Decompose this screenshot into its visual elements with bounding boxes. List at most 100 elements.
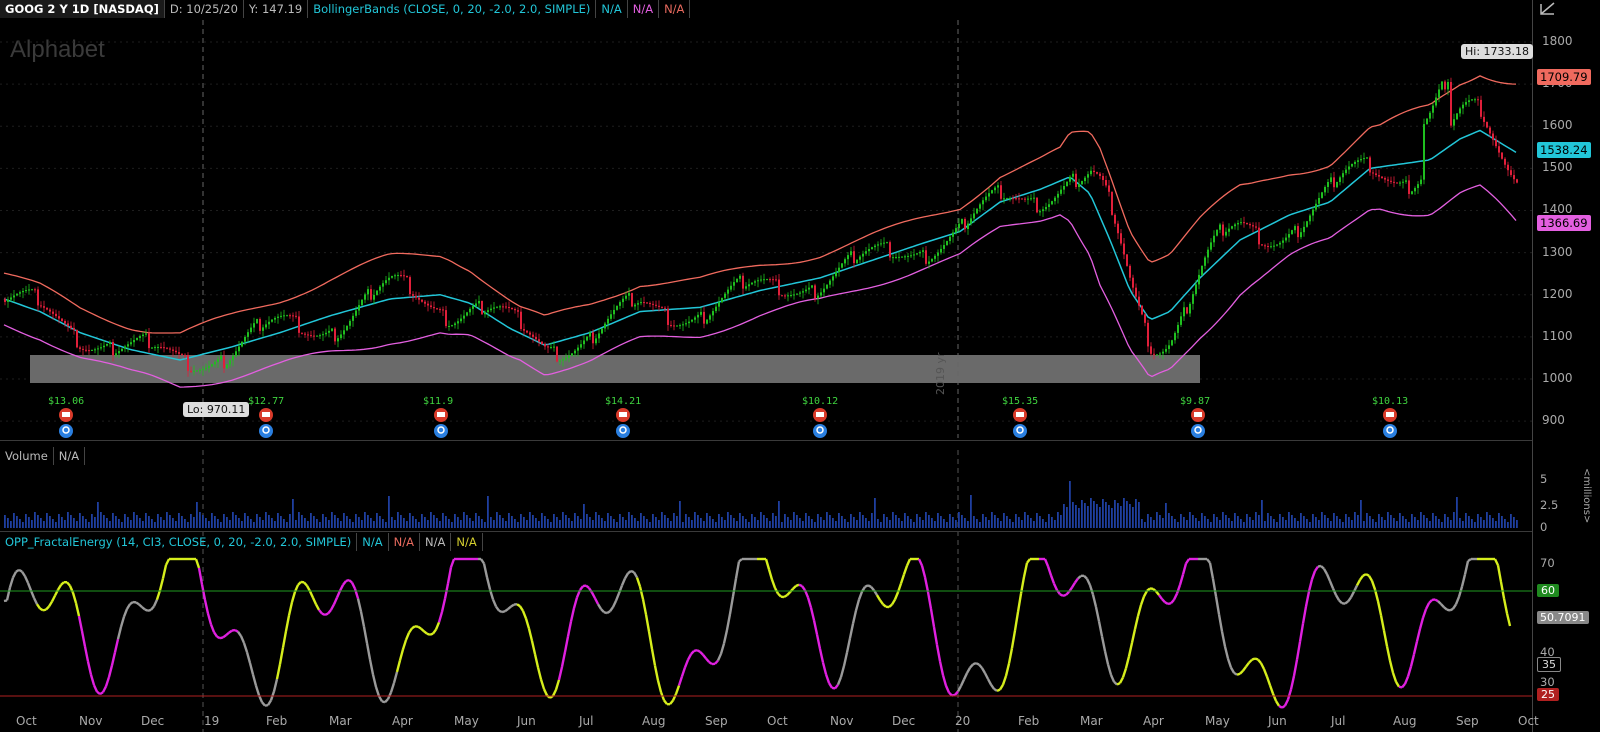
dividend-icon[interactable] [259,424,273,438]
candle-body [1321,192,1323,198]
volume-bar [193,517,195,528]
volume-bar [991,512,993,528]
candle-body [277,316,279,318]
osc-segment [1499,581,1506,599]
volume-bar [130,520,132,528]
volume-bar [583,504,585,528]
year-marker: 2019 yr [934,352,947,395]
candle-body [607,318,609,324]
candle-body [166,347,168,349]
osc-segment [585,584,590,589]
osc-segment [275,663,282,680]
candle-body [481,300,483,315]
osc-segment [225,631,230,637]
osc-segment [975,662,980,666]
volume-label[interactable]: Volume [0,447,54,465]
volume-bar [658,520,660,528]
volume-bar [160,517,162,528]
volume-bar [1366,513,1368,528]
candle-body [1408,180,1410,194]
candle-body [550,346,552,348]
candle-body [652,303,654,305]
osc-segment [1283,699,1290,707]
price-tick-label: 1800 [1542,34,1573,48]
volume-bar [358,517,360,528]
osc-segment [600,608,605,614]
osc-segment [705,657,710,663]
candle-body [316,335,318,337]
osc-segment [617,584,624,594]
candle-body [94,349,96,351]
osc-segment [969,663,974,669]
candle-body [667,308,669,325]
osc-segment [80,630,87,647]
candle-body [1441,81,1443,90]
candle-body [307,334,309,336]
dividend-icon[interactable] [1013,424,1027,438]
candle-body [859,256,861,260]
candle-body [325,332,327,335]
volume-bar [601,518,603,528]
osc-segment [1185,558,1190,565]
volume-bar [454,514,456,528]
volume-bar [577,516,579,528]
osc-segment [1211,578,1218,597]
candle-body [1096,172,1098,174]
candle-body [517,310,519,312]
candle-body [505,306,507,308]
dividend-icon[interactable] [59,424,73,438]
candle-body [877,244,879,246]
candle-body [1339,177,1341,182]
osc-segment [342,580,347,586]
volume-bar [1330,521,1332,528]
volume-bar [310,513,312,528]
volume-bar [1105,502,1107,528]
dividend-icon[interactable] [813,424,827,438]
volume-bar [187,522,189,528]
volume-bar [811,519,813,528]
osc-segment [854,599,861,611]
volume-bar [91,514,93,528]
dividend-icon[interactable] [434,424,448,438]
volume-bar [325,517,327,528]
dividend-icon[interactable] [1191,424,1205,438]
volume-bar [514,519,516,528]
candle-body [916,253,918,255]
candle-body [967,223,969,229]
price-chart-canvas[interactable]: $13.06 $12.77 $11.9 $14.21 $10.12 $15.35 $9.87… [0,0,1600,732]
osc-segment [1401,683,1406,689]
dividend-icon[interactable] [1383,424,1397,438]
candle-body [862,253,864,257]
volume-bar [607,513,609,528]
volume-bar [1048,514,1050,528]
candle-body [823,288,825,293]
earnings-estimate: $10.12 [802,396,838,407]
volume-bar [862,515,864,528]
oscillator-study-label[interactable]: OPP_FractalEnergy (14, CI3, CLOSE, 0, 20… [0,533,358,551]
earnings-icon-detail [437,412,445,417]
volume-bar [1279,514,1281,528]
volume-bar [634,518,636,528]
osc-segment [446,567,453,584]
osc-segment [290,591,297,603]
volume-bar [1099,507,1101,528]
volume-bar [370,518,372,528]
volume-bar [1282,517,1284,528]
volume-bar [1171,516,1173,528]
dividend-icon[interactable] [616,424,630,438]
candle-body [796,293,798,295]
volume-bar [1402,516,1404,528]
volume-bar [556,517,558,528]
osc-segment [644,614,651,632]
osc-segment [125,603,132,610]
osc-segment [696,649,701,653]
candle-body [838,267,840,273]
osc-segment [557,666,564,681]
earnings-icon-detail [1386,412,1394,417]
volume-bar [292,499,294,528]
volume-bar [934,521,936,528]
candle-body [115,353,117,356]
volume-bar [535,518,537,528]
candle-body [709,315,711,320]
volume-bar [262,520,264,528]
